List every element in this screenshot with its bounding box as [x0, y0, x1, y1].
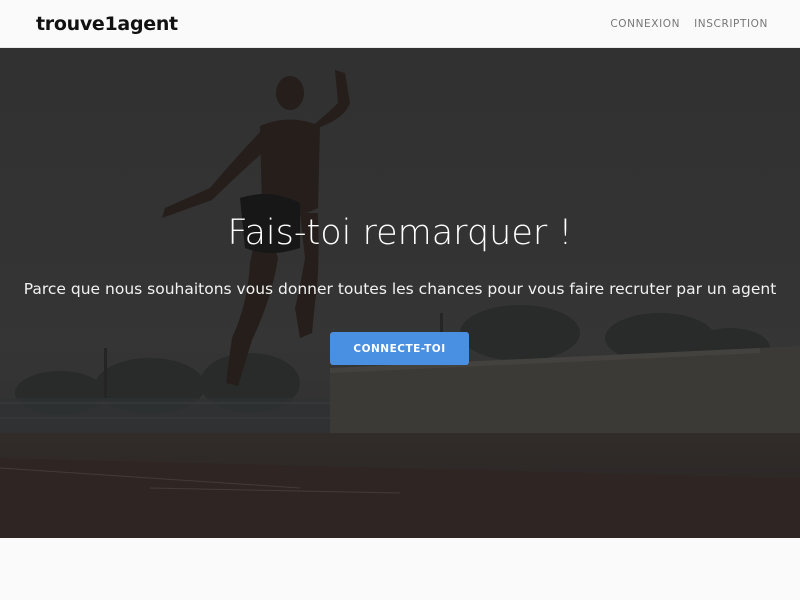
hero-section: Fais-toi remarquer ! Parce que nous souh… [0, 48, 800, 538]
brand-logo[interactable]: trouve1agent [36, 13, 178, 35]
nav-links: CONNEXION INSCRIPTION [610, 18, 768, 30]
hero-content: Fais-toi remarquer ! Parce que nous souh… [0, 48, 800, 538]
page-bottom-area [0, 538, 800, 600]
hero-title: Fais-toi remarquer ! [227, 213, 573, 253]
top-navbar: trouve1agent CONNEXION INSCRIPTION [0, 0, 800, 48]
nav-link-inscription[interactable]: INSCRIPTION [694, 18, 768, 30]
hero-subtitle: Parce que nous souhaitons vous donner to… [23, 280, 777, 298]
nav-link-connexion[interactable]: CONNEXION [610, 18, 680, 30]
connect-button[interactable]: CONNECTE-TOI [330, 332, 469, 365]
